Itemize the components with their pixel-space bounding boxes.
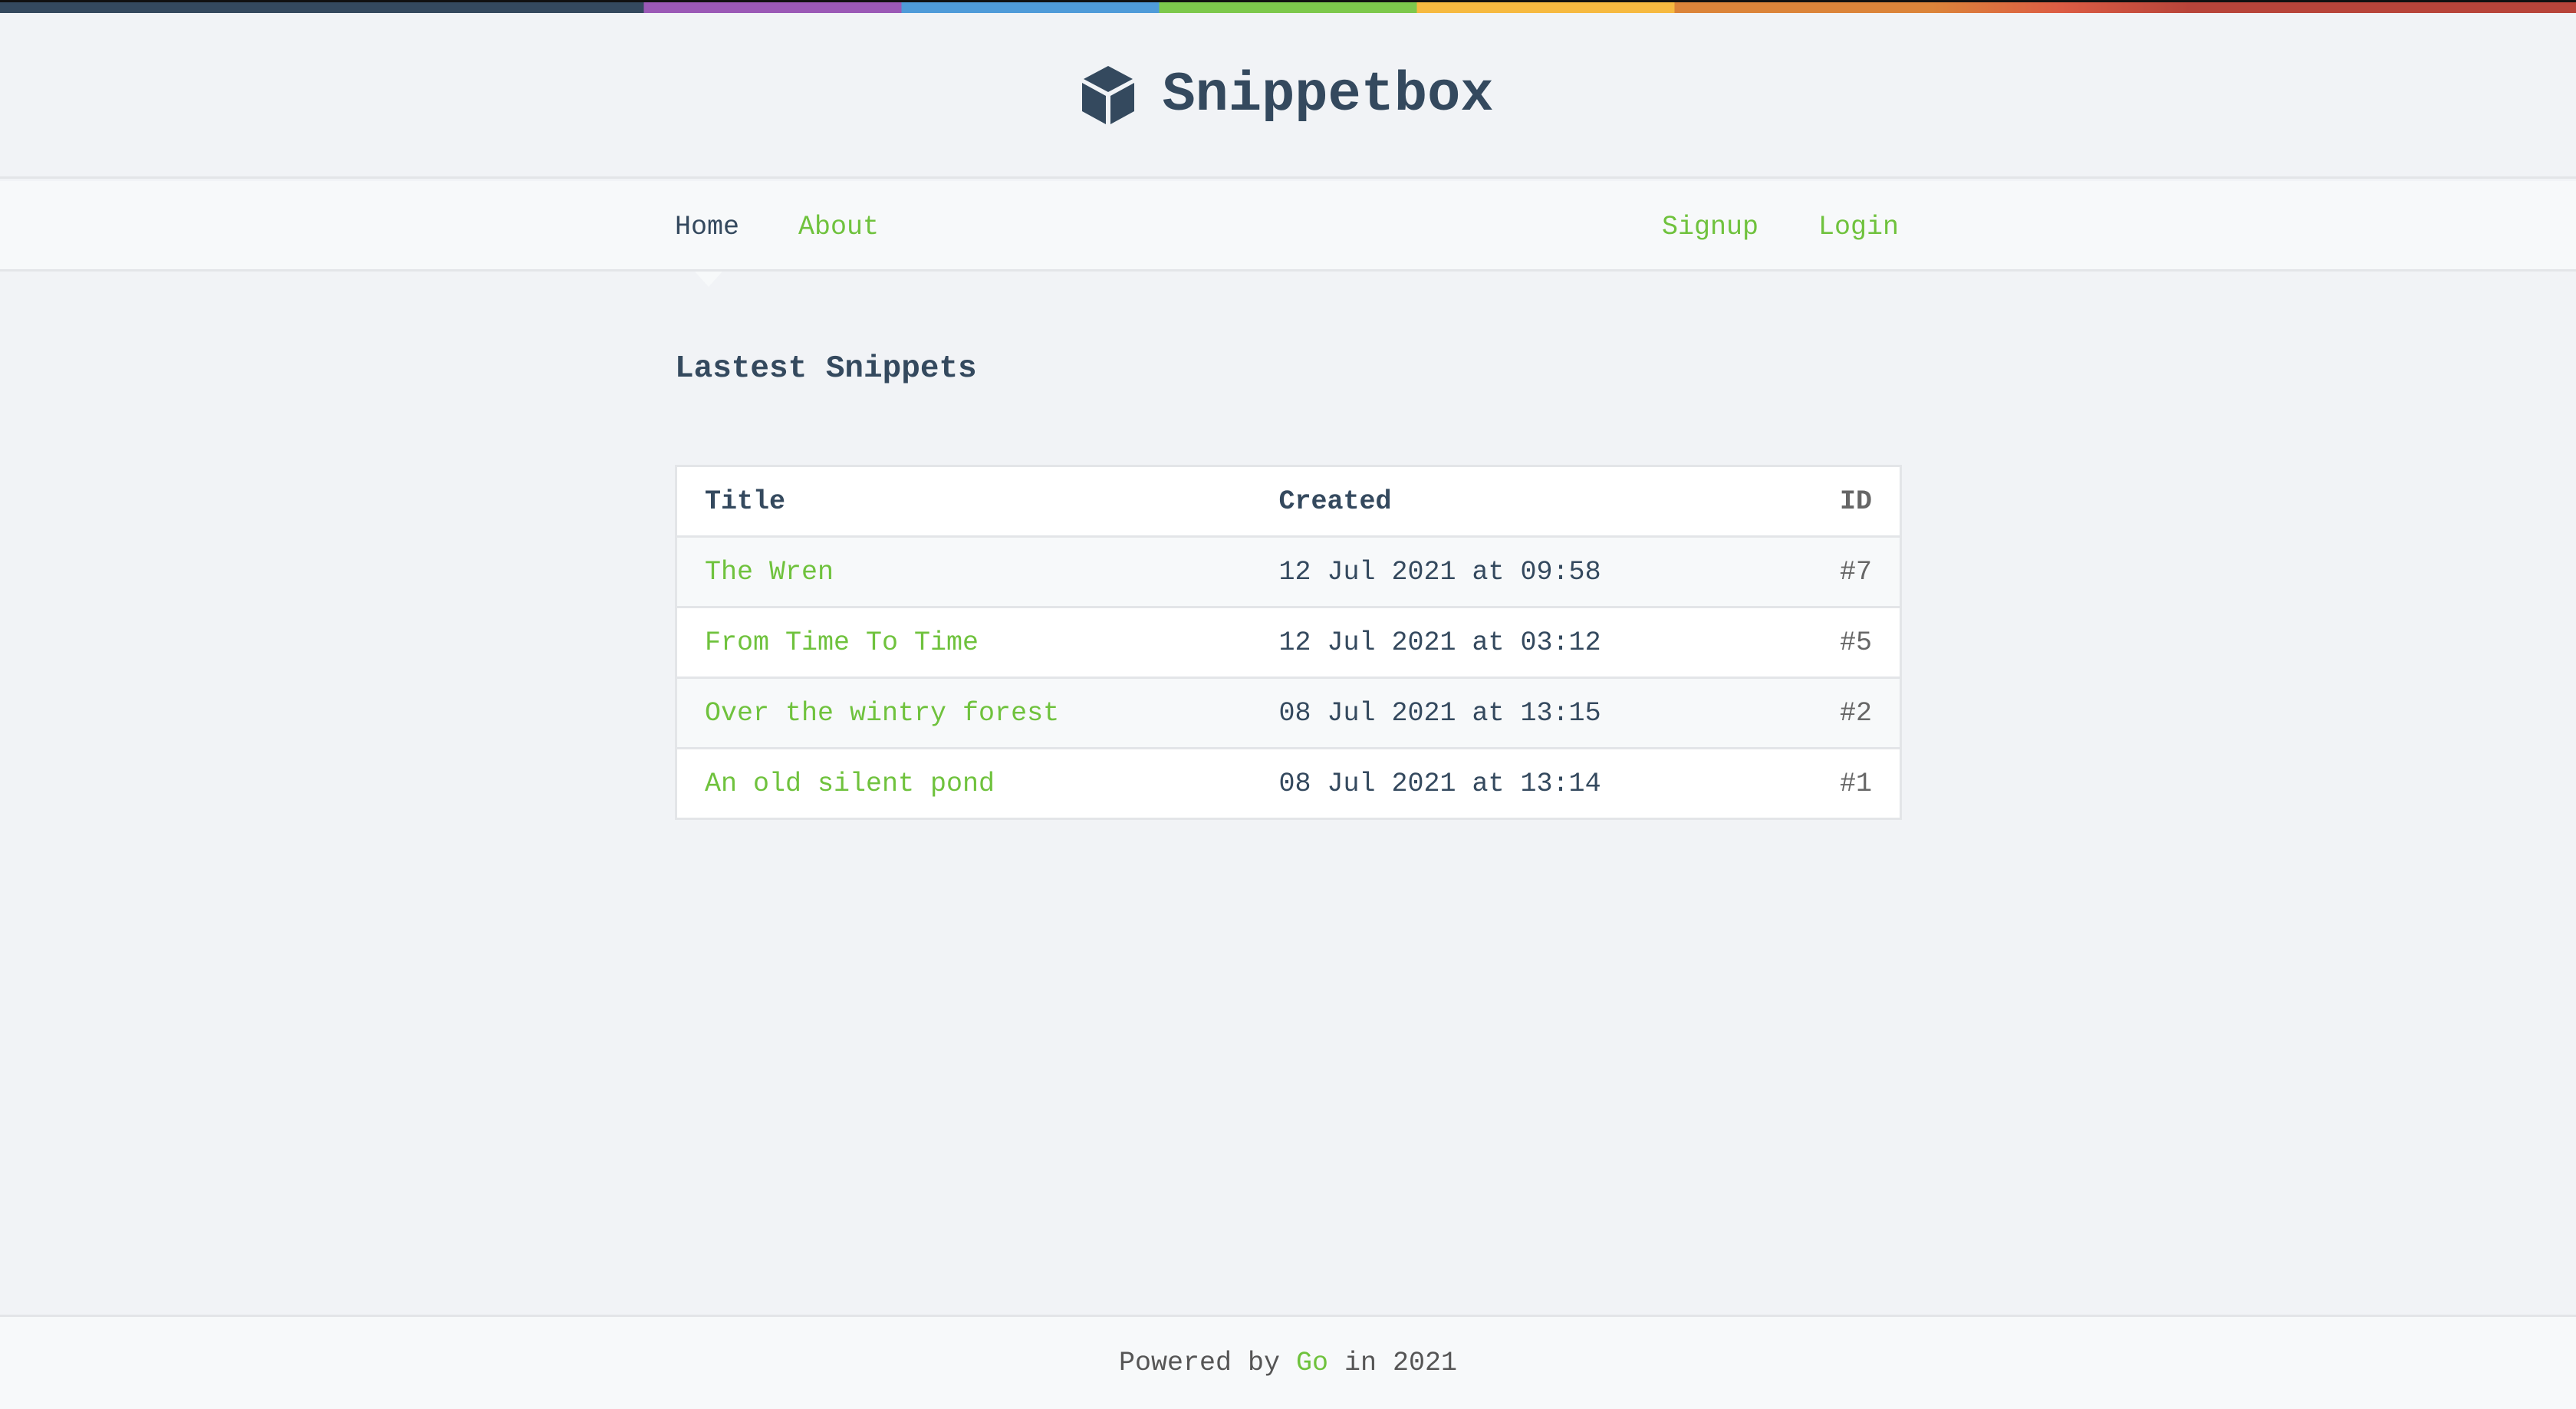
- snippet-id: #7: [1777, 536, 1901, 608]
- nav-signup[interactable]: Signup: [1662, 212, 1758, 242]
- site-header: Snippetbox: [0, 13, 2576, 179]
- snippet-link[interactable]: The Wren: [705, 557, 834, 588]
- site-title-link[interactable]: Snippetbox: [1162, 64, 1493, 127]
- snippet-created: 08 Jul 2021 at 13:15: [1251, 677, 1778, 749]
- go-link[interactable]: Go: [1296, 1348, 1328, 1378]
- footer-prefix: Powered by: [1118, 1348, 1280, 1378]
- nav-login[interactable]: Login: [1818, 212, 1899, 242]
- snippet-link[interactable]: Over the wintry forest: [705, 698, 1059, 729]
- column-header-created: Created: [1251, 466, 1778, 538]
- column-header-title: Title: [676, 466, 1252, 538]
- cube-icon: [1082, 65, 1135, 124]
- snippets-table: Title Created ID The Wren 12 Jul 2021 at…: [675, 465, 1902, 820]
- active-nav-indicator: [695, 272, 722, 287]
- main-nav: Home About Signup Login: [0, 181, 2576, 272]
- column-header-id: ID: [1777, 466, 1901, 538]
- nav-about[interactable]: About: [798, 212, 879, 242]
- snippet-created: 08 Jul 2021 at 13:14: [1251, 748, 1778, 820]
- table-row: The Wren 12 Jul 2021 at 09:58 #7: [676, 536, 1901, 608]
- table-row: Over the wintry forest 08 Jul 2021 at 13…: [676, 677, 1901, 749]
- footer-suffix: in 2021: [1344, 1348, 1458, 1378]
- snippet-id: #1: [1777, 748, 1901, 820]
- snippet-id: #5: [1777, 607, 1901, 679]
- nav-home[interactable]: Home: [675, 212, 739, 242]
- table-row: An old silent pond 08 Jul 2021 at 13:14 …: [676, 748, 1901, 820]
- site-footer: Powered by Go in 2021: [0, 1315, 2576, 1409]
- snippet-link[interactable]: An old silent pond: [705, 769, 995, 799]
- snippet-id: #2: [1777, 677, 1901, 749]
- snippet-created: 12 Jul 2021 at 09:58: [1251, 536, 1778, 608]
- snippet-link[interactable]: From Time To Time: [705, 627, 979, 658]
- page-title: Lastest Snippets: [675, 351, 977, 387]
- snippet-created: 12 Jul 2021 at 03:12: [1251, 607, 1778, 679]
- table-row: From Time To Time 12 Jul 2021 at 03:12 #…: [676, 607, 1901, 679]
- color-stripe: [0, 2, 2576, 13]
